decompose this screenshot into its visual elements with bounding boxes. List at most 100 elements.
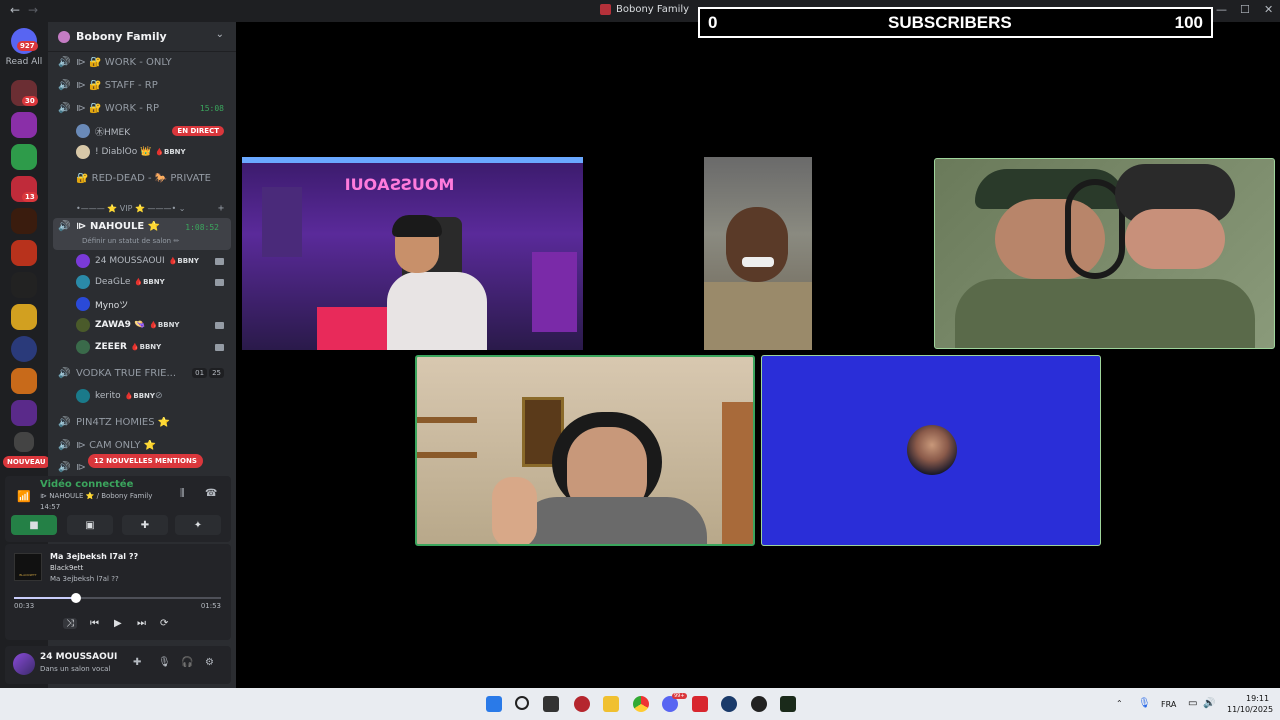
search-icon[interactable]	[515, 696, 529, 710]
play-icon[interactable]: ▶	[114, 618, 122, 629]
avatar	[76, 145, 90, 159]
person	[387, 272, 487, 350]
video-tile-stream[interactable]: MOUSSAOUI	[242, 157, 583, 350]
progress-knob[interactable]	[71, 593, 82, 603]
screen-share-icon: ▣	[85, 519, 95, 531]
headphones-icon[interactable]: 🎧	[181, 657, 193, 668]
channel-work-only[interactable]: 🔊 ⧐ 🔐 WORK - ONLY	[48, 52, 236, 72]
forward-arrow-icon[interactable]: →	[28, 3, 38, 17]
channel-status[interactable]: Définir un statut de salon ✏	[82, 237, 179, 245]
voice-user[interactable]: ZAWA9 👒 🩸BBNY	[76, 315, 236, 335]
server-icon[interactable]	[11, 336, 37, 362]
clock-time[interactable]: 19:11	[1246, 694, 1269, 703]
server-icon[interactable]	[11, 272, 37, 298]
channel-pin4tz[interactable]: 🔊 PIN4TZ HOMIES ⭐	[48, 412, 236, 432]
avatar	[76, 275, 90, 289]
voice-user[interactable]: DeaGLe 🩸BBNY	[76, 272, 236, 292]
app-icon[interactable]	[692, 696, 708, 712]
voice-user[interactable]: ! DiablOo 👑 🩸BBNY	[76, 142, 236, 162]
microphone-icon[interactable]: 🎙	[158, 657, 171, 668]
gamepad-icon: ✚	[140, 519, 150, 531]
minimize-icon[interactable]: —	[1216, 3, 1227, 16]
speaker-icon: 🔊	[58, 56, 71, 68]
channel-red-dead[interactable]: 🔐 RED-DEAD - 🐎 PRIVATE	[48, 168, 236, 188]
task-view-icon[interactable]	[543, 696, 559, 712]
network-icon[interactable]: ▭	[1188, 698, 1197, 709]
mentions-pill[interactable]: 12 NOUVELLES MENTIONS	[88, 454, 203, 468]
app-icon[interactable]	[574, 696, 590, 712]
gamepad-icon[interactable]: ✚	[133, 657, 141, 668]
server-header[interactable]: Bobony Family ⌄	[48, 22, 236, 52]
progress-fill	[14, 597, 77, 599]
language-indicator[interactable]: FRA	[1161, 700, 1176, 709]
server-icon[interactable]	[11, 400, 37, 426]
server-icon[interactable]	[11, 304, 37, 330]
settings-gear-icon[interactable]: ⚙	[205, 657, 214, 668]
channel-cam-only[interactable]: 🔊 ⧐ CAM ONLY ⭐	[48, 435, 236, 455]
maximize-icon[interactable]: ☐	[1240, 3, 1250, 16]
voice-user[interactable]: Mynoツ	[76, 294, 236, 314]
server-icon[interactable]	[11, 144, 37, 170]
category-vip[interactable]: •——— ⭐ VIP ⭐ ———• ⌄ +	[48, 198, 236, 218]
channel-work-rp[interactable]: 🔊 ⧐ 🔐 WORK - RP 15:08	[48, 98, 236, 118]
windows-taskbar: 99+ ⌃ 🎙 FRA ▭ 🔊 19:11 11/10/2025	[0, 688, 1280, 720]
steam-icon[interactable]	[721, 696, 737, 712]
voice-user[interactable]: ZEEER 🩸BBNY	[76, 337, 236, 357]
avatar	[76, 340, 90, 354]
chevron-down-icon[interactable]: ⌄	[216, 29, 224, 40]
repeat-icon[interactable]: ⟳	[160, 618, 168, 629]
camera-icon	[215, 343, 224, 351]
previous-icon[interactable]: ⏮	[90, 618, 99, 629]
video-tile-participant[interactable]	[704, 157, 812, 350]
speaker-icon: 🔊	[58, 367, 71, 379]
server-icon[interactable]	[11, 240, 37, 266]
clock-date[interactable]: 11/10/2025	[1227, 705, 1273, 714]
volume-icon[interactable]: 🔊	[1203, 698, 1215, 709]
app-icon[interactable]	[780, 696, 796, 712]
voice-user[interactable]: kerito 🩸BBNY ⊘	[76, 386, 236, 406]
disconnect-icon[interactable]: ☎	[205, 488, 217, 499]
shuffle-icon[interactable]: ⤨	[63, 618, 77, 629]
channel-vodka[interactable]: 🔊 VODKA TRUE FRIE... 01 25	[48, 363, 236, 383]
chevron-up-icon[interactable]: ⌃	[1116, 699, 1123, 708]
voice-connection-panel: 📶 Vidéo connectée ⧐ NAHOULE ⭐ / Bobony F…	[5, 476, 231, 542]
voice-user[interactable]: 24 MOUSSAOUI 🩸BBNY	[76, 251, 236, 271]
next-icon[interactable]: ⏭	[137, 618, 146, 629]
video-tile-speaking[interactable]	[415, 355, 755, 546]
progress-slider[interactable]	[14, 593, 221, 603]
server-icon[interactable]	[11, 112, 37, 138]
avatar[interactable]	[13, 653, 35, 675]
file-explorer-icon[interactable]	[603, 696, 619, 712]
video-tile-participant[interactable]	[934, 158, 1275, 349]
soundboard-icon: ✦	[193, 519, 203, 531]
server-icon[interactable]	[11, 208, 37, 234]
speaker-icon: 🔊	[58, 439, 71, 451]
start-icon[interactable]	[486, 696, 502, 712]
camera-button[interactable]: ■	[11, 515, 57, 535]
close-icon[interactable]: ✕	[1264, 3, 1273, 16]
read-all-button[interactable]: Read All	[3, 57, 45, 67]
microphone-icon[interactable]: 🎙	[1138, 698, 1151, 709]
new-servers-pill[interactable]: NOUVEAU	[3, 456, 50, 468]
album-cover[interactable]: BLACK9ETT	[14, 553, 42, 581]
chrome-icon[interactable]	[633, 696, 649, 712]
add-channel-icon[interactable]: +	[218, 203, 224, 214]
server-icon[interactable]	[11, 368, 37, 394]
signal-icon[interactable]: 📶	[17, 490, 31, 503]
screen-share-button[interactable]: ▣	[67, 515, 113, 535]
back-arrow-icon[interactable]: ←	[10, 3, 20, 17]
video-tile-avatar[interactable]	[761, 355, 1101, 546]
avatar	[76, 389, 90, 403]
channel-staff-rp[interactable]: 🔊 ⧐ 🔐 STAFF - RP	[48, 75, 236, 95]
speaker-icon: 🔊	[58, 461, 71, 473]
notification-badge: 99+	[672, 693, 687, 699]
camera-icon	[215, 278, 224, 286]
app-icon[interactable]	[751, 696, 767, 712]
channel-nahoule[interactable]: 🔊 ⧐ NAHOULE ⭐ 1:08:52 Définir un statut …	[53, 218, 231, 250]
voice-user[interactable]: ㊍HMEK EN DIRECT	[76, 121, 236, 141]
activity-button[interactable]: ✚	[122, 515, 168, 535]
server-icon[interactable]	[14, 432, 34, 452]
camera-icon: ■	[29, 519, 39, 531]
soundboard-button[interactable]: ✦	[175, 515, 221, 535]
noise-suppression-icon[interactable]: ⫼	[180, 488, 185, 499]
